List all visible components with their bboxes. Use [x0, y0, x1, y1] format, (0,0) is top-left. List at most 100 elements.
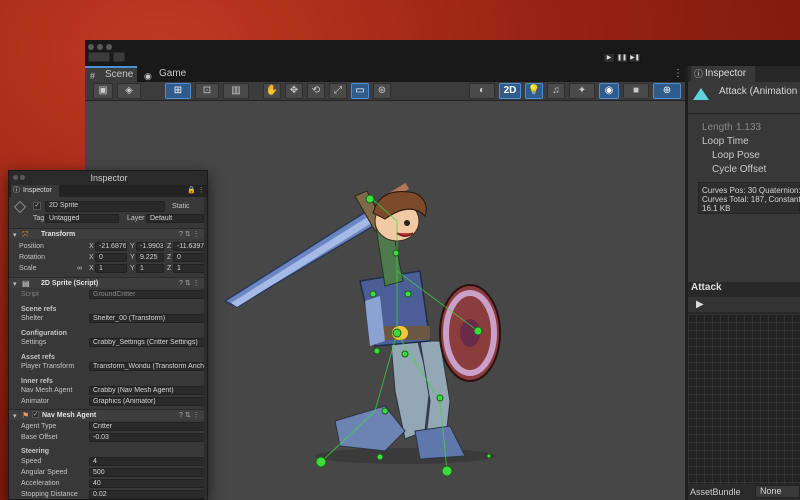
rig-handle[interactable] — [392, 328, 402, 338]
steering-heading: Steering — [21, 448, 50, 455]
cloud-icon[interactable] — [113, 52, 125, 62]
camera-icon[interactable]: ■ — [623, 83, 649, 99]
rotation-x-field[interactable]: 0 — [95, 253, 127, 262]
rig-handle[interactable] — [381, 407, 389, 415]
speed-field[interactable]: 4 — [89, 457, 205, 466]
transform-icon: ⤧ — [22, 230, 29, 239]
transform-tool-icon[interactable]: ⊛ — [373, 83, 391, 99]
tab-scene[interactable]: # Scene — [85, 66, 137, 82]
active-checkbox[interactable]: ✓ — [33, 202, 41, 210]
foldout-arrow-icon[interactable]: ▾ — [13, 412, 17, 420]
play-button[interactable]: ▶ — [603, 53, 615, 63]
account-dropdown[interactable] — [88, 52, 110, 62]
rotate-tool-icon[interactable]: ⟲ — [307, 83, 325, 99]
tab-inspector[interactable]: ⓘ Inspector — [11, 185, 59, 197]
snap-settings-icon[interactable]: ⊡ — [195, 83, 219, 99]
foldout-arrow-icon[interactable]: ▾ — [13, 231, 17, 239]
rig-handle[interactable] — [473, 326, 483, 336]
rect-tool-icon[interactable]: ▭ — [351, 83, 369, 99]
orientation-icon[interactable]: ◐ — [469, 83, 495, 99]
component-menu-icon[interactable]: ? ⇅ ⋮ — [179, 230, 200, 238]
rig-handle[interactable] — [376, 453, 384, 461]
scale-x-field[interactable]: 1 — [95, 264, 127, 273]
loop-pose-toggle[interactable]: Loop Pose — [712, 150, 760, 161]
window-max-dot[interactable] — [106, 44, 112, 50]
cycle-offset-field[interactable]: Cycle Offset — [712, 164, 766, 175]
loop-time-toggle[interactable]: Loop Time — [702, 136, 749, 147]
position-z-field[interactable]: -11.6397 — [173, 242, 205, 251]
foldout-arrow-icon[interactable]: ▾ — [13, 280, 17, 288]
object-name-input[interactable]: 2D Sprite — [45, 201, 165, 212]
base-offset-field[interactable]: -0.03 — [89, 433, 205, 442]
lighting-icon[interactable]: 💡 — [525, 83, 543, 99]
rig-handle[interactable] — [369, 290, 377, 298]
transform-header[interactable]: ▾ ⤧ Transform ? ⇅ ⋮ — [9, 228, 207, 239]
layer-dropdown[interactable]: Default — [146, 214, 204, 223]
draw-mode-icon[interactable]: ▣ — [93, 83, 113, 99]
step-button[interactable]: ▶❚ — [629, 53, 641, 63]
stopping-distance-field[interactable]: 0.02 — [89, 490, 205, 499]
scale-z-field[interactable]: 1 — [173, 264, 205, 273]
rig-handle[interactable] — [401, 350, 409, 358]
rig-handle[interactable] — [436, 394, 444, 402]
shelter-field[interactable]: Shelter_00 (Transform) — [89, 314, 205, 323]
rig-handle[interactable] — [373, 347, 381, 355]
pause-button[interactable]: ❚❚ — [616, 53, 628, 63]
nav-mesh-header[interactable]: ▾ ⚑ ✓ Nav Mesh Agent ? ⇅ ⋮ — [9, 409, 207, 420]
rotation-y-field[interactable]: 9.225 — [136, 253, 164, 262]
lock-icon[interactable]: 🔒 ⋮ — [187, 186, 205, 194]
back-boot — [334, 405, 406, 452]
window-close-dot[interactable] — [88, 44, 94, 50]
effects-icon[interactable]: ✦ — [569, 83, 595, 99]
rig-handle[interactable] — [392, 249, 400, 257]
rig-handle[interactable] — [404, 290, 412, 298]
link-icon[interactable]: ∞ — [77, 265, 82, 272]
grid-snap-icon[interactable]: ⊞ — [165, 83, 191, 99]
gizmos-icon[interactable]: ⊕ — [653, 83, 681, 99]
acceleration-field[interactable]: 40 — [89, 479, 205, 488]
rotation-label: Rotation — [19, 254, 46, 261]
scale-y-field[interactable]: 1 — [136, 264, 164, 273]
window-close-dot[interactable] — [13, 175, 18, 180]
position-y-field[interactable]: -1.99038 — [136, 242, 164, 251]
rig-handle[interactable] — [315, 456, 327, 468]
preview-grid[interactable] — [688, 314, 800, 484]
scale-tool-icon[interactable]: ⤢ — [329, 83, 347, 99]
settings-field[interactable]: Crabby_Settings (Critter Settings) — [89, 338, 205, 347]
preview-play-icon[interactable]: ▶ — [696, 299, 704, 310]
hand-tool-icon[interactable]: ✋ — [263, 83, 281, 99]
component-menu-icon[interactable]: ? ⇅ ⋮ — [179, 279, 200, 287]
nav-mesh-enabled-checkbox[interactable]: ✓ — [32, 411, 39, 418]
shading-icon[interactable]: ◈ — [117, 83, 141, 99]
script-header[interactable]: ▾ ▤ 2D Sprite (Script) ? ⇅ ⋮ — [9, 277, 207, 288]
agent-type-dropdown[interactable]: Critter — [89, 422, 205, 431]
nav-mesh-agent-field[interactable]: Crabby (Nav Mesh Agent) — [89, 386, 205, 395]
rig-handle[interactable] — [441, 465, 453, 477]
asset-bundle-dropdown[interactable]: None — [755, 485, 800, 498]
mode-2d-button[interactable]: 2D — [499, 83, 521, 99]
rig-handle[interactable] — [365, 194, 375, 204]
tag-label: Tag — [33, 215, 45, 222]
visibility-icon[interactable]: ◉ — [599, 83, 619, 99]
animator-field[interactable]: Graphics (Animator) — [89, 397, 205, 406]
window-min-dot[interactable] — [97, 44, 103, 50]
move-tool-icon[interactable]: ✥ — [285, 83, 303, 99]
position-x-field[interactable]: -21.6876 — [95, 242, 127, 251]
increment-snap-icon[interactable]: ▥ — [223, 83, 249, 99]
tab-inspector-label: Inspector — [705, 68, 747, 79]
asset-bundle-bar: AssetBundle None — [688, 484, 800, 500]
scene-tab-bar: # Scene ◉ Game ⋮ — [85, 66, 685, 82]
scrollbar[interactable] — [204, 197, 207, 497]
window-min-dot[interactable] — [20, 175, 25, 180]
player-transform-field[interactable]: Transform_Wondu (Transform Anchor) — [89, 362, 205, 371]
inspector-window-title[interactable]: Inspector — [9, 171, 207, 185]
rig-handle[interactable] — [486, 453, 492, 459]
tag-dropdown[interactable]: Untagged — [45, 214, 119, 223]
tab-menu-icon[interactable]: ⋮ — [673, 68, 683, 79]
component-menu-icon[interactable]: ? ⇅ ⋮ — [179, 411, 200, 419]
angular-speed-field[interactable]: 500 — [89, 468, 205, 477]
tab-inspector[interactable]: ⓘ Inspector — [691, 66, 755, 82]
rotation-z-field[interactable]: 0 — [173, 253, 205, 262]
tab-game[interactable]: ◉ Game — [139, 66, 199, 82]
audio-icon[interactable]: ♫ — [547, 83, 565, 99]
